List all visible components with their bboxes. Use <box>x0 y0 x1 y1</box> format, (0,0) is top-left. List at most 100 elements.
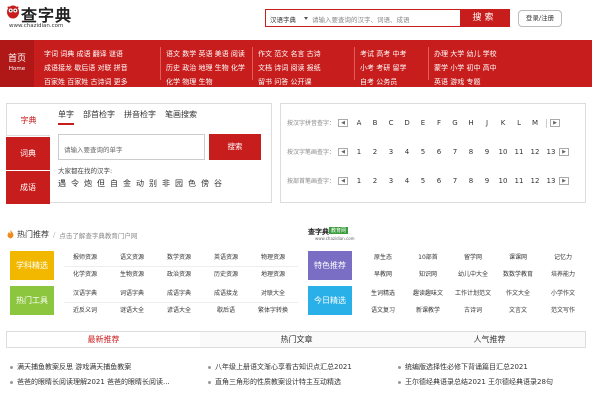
pinyin-key[interactable]: C <box>383 119 399 127</box>
grid-link[interactable]: 新课教学 <box>407 305 449 314</box>
list-item[interactable]: 王尔德经典语录总结2021 王尔德经典语录28句 <box>398 377 588 392</box>
cat-today[interactable]: 今日精选 <box>308 286 352 315</box>
grid-link[interactable]: 原生态 <box>362 252 404 261</box>
radical-key[interactable]: 4 <box>399 177 415 185</box>
nav-row[interactable]: 字词 词典 成语 翻译 谜语 <box>44 49 128 63</box>
edu-logo[interactable]: 查字典 教育网 www.chazidian.com <box>308 227 376 242</box>
grid-link[interactable]: 歇后语 <box>205 305 247 314</box>
grid-link[interactable]: 文言文 <box>497 305 539 314</box>
nav-row[interactable]: 语文 数学 英语 美语 阅读 <box>166 49 245 63</box>
nav-home[interactable]: 首页 Home <box>0 40 34 87</box>
grid-link[interactable]: 知识网 <box>407 269 449 278</box>
grid-link[interactable]: 词语字典 <box>111 288 153 297</box>
stroke-key[interactable]: 9 <box>479 148 495 156</box>
grid-link[interactable]: 历史资源 <box>205 269 247 278</box>
grid-link[interactable]: 课课网 <box>497 252 539 261</box>
tab-stroke[interactable]: 笔画搜索 <box>165 109 197 123</box>
list-item[interactable]: 统编版选择性必修下背诵篇目汇总2021 <box>398 362 588 377</box>
recent-char[interactable]: 园 <box>175 178 183 189</box>
stroke-key[interactable]: 5 <box>415 148 431 156</box>
grid-link[interactable]: 小学作文 <box>542 288 584 297</box>
pinyin-key[interactable]: G <box>447 119 463 127</box>
grid-link[interactable]: 成语接龙 <box>205 288 247 297</box>
pinyin-key[interactable]: M <box>527 119 543 127</box>
chevron-down-icon[interactable] <box>304 17 308 20</box>
tab-popular[interactable]: 人气推荐 <box>393 332 586 347</box>
search-button[interactable]: 搜索 <box>460 10 509 26</box>
radical-key[interactable]: 8 <box>463 177 479 185</box>
article-link[interactable]: 统编版选择性必修下背诵篇目汇总2021 <box>405 362 528 372</box>
chevron-left-icon[interactable]: ◀ <box>338 119 349 127</box>
grid-link[interactable]: 政治资源 <box>158 269 200 278</box>
cat-subject-picks[interactable]: 学科精选 <box>10 251 54 280</box>
grid-link[interactable]: 古诗词 <box>452 305 494 314</box>
article-link[interactable]: 爸爸的眼睛长阅读理解2021 爸爸的眼睛长阅读... <box>17 377 170 387</box>
grid-link[interactable]: 数数学教育 <box>497 269 539 278</box>
list-item[interactable]: 八年级上册语文渐心享看古知识点汇总2021 <box>208 362 398 377</box>
tab-hot-articles[interactable]: 热门文章 <box>200 332 393 347</box>
tab-cidian[interactable]: 词典 <box>6 137 50 170</box>
nav-row[interactable]: 蒙学 小学 初中 高中 <box>434 63 497 77</box>
pinyin-key[interactable]: H <box>463 119 479 127</box>
recent-char[interactable]: 傍 <box>201 178 209 189</box>
tab-radical[interactable]: 部首检字 <box>83 109 115 123</box>
grid-link[interactable]: 物理资源 <box>252 252 294 261</box>
radical-key[interactable]: 6 <box>431 177 447 185</box>
chevron-right-icon[interactable]: ▶ <box>559 177 570 185</box>
radical-key[interactable]: 12 <box>527 177 543 185</box>
stroke-key[interactable]: 12 <box>527 148 543 156</box>
pinyin-key[interactable]: E <box>415 119 431 127</box>
recent-char[interactable]: 但 <box>97 178 105 189</box>
nav-row[interactable]: 自考 公务员 <box>360 77 406 91</box>
stroke-key[interactable]: 13 <box>543 148 559 156</box>
list-item[interactable]: 直角三角形的性质教案设计特主互动精选 <box>208 377 398 392</box>
nav-row[interactable]: 小考 考研 留学 <box>360 63 406 77</box>
recent-char[interactable]: 色 <box>188 178 196 189</box>
pinyin-key[interactable]: B <box>367 119 383 127</box>
chevron-left-icon[interactable]: ◀ <box>338 177 349 185</box>
recent-char[interactable]: 自 <box>110 178 118 189</box>
recent-char[interactable]: 金 <box>123 178 131 189</box>
radical-key[interactable]: 13 <box>543 177 559 185</box>
stroke-key[interactable]: 11 <box>511 148 527 156</box>
grid-link[interactable]: 繁体字转换 <box>252 305 294 314</box>
nav-row[interactable]: 办理 大学 幼儿 学校 <box>434 49 497 63</box>
nav-row[interactable]: 历史 政治 地理 生物 化学 <box>166 63 245 77</box>
nav-row[interactable]: 作文 范文 名言 古诗 <box>258 49 321 63</box>
stroke-key[interactable]: 7 <box>447 148 463 156</box>
pinyin-key[interactable]: F <box>431 119 447 127</box>
grid-link[interactable]: 记忆力 <box>542 252 584 261</box>
nav-row[interactable]: 文档 诗词 阅读 报纸 <box>258 63 321 77</box>
stroke-key[interactable]: 8 <box>463 148 479 156</box>
tab-chengyu[interactable]: 成语 <box>6 171 50 204</box>
pinyin-key[interactable]: L <box>511 119 527 127</box>
grid-link[interactable]: 10部首 <box>407 252 449 261</box>
grid-link[interactable]: 汉语字典 <box>64 288 106 297</box>
grid-link[interactable]: 地理资源 <box>252 269 294 278</box>
grid-link[interactable]: 对联大全 <box>252 288 294 297</box>
stroke-key[interactable]: 2 <box>367 148 383 156</box>
nav-row[interactable]: 英语 游戏 专题 <box>434 77 497 91</box>
article-link[interactable]: 八年级上册语文渐心享看古知识点汇总2021 <box>215 362 352 372</box>
grid-link[interactable]: 生词精选 <box>362 288 404 297</box>
grid-link[interactable]: 英语资源 <box>205 252 247 261</box>
radical-key[interactable]: 5 <box>415 177 431 185</box>
grid-link[interactable]: 近反义词 <box>64 305 106 314</box>
pinyin-key[interactable]: K <box>495 119 511 127</box>
radical-key[interactable]: 3 <box>383 177 399 185</box>
article-link[interactable]: 王尔德经典语录总结2021 王尔德经典语录28句 <box>405 377 553 387</box>
list-item[interactable]: 爸爸的眼睛长阅读理解2021 爸爸的眼睛长阅读... <box>10 377 200 392</box>
nav-row[interactable]: 百家姓 百家姓 古诗词 更多 <box>44 77 128 91</box>
nav-row[interactable]: 考试 高考 中考 <box>360 49 406 63</box>
tab-latest[interactable]: 最新推荐 <box>7 332 200 347</box>
pinyin-key[interactable]: J <box>479 119 495 127</box>
cat-hot-tools[interactable]: 热门工具 <box>10 286 54 315</box>
grid-link[interactable]: 语文复习 <box>362 305 404 314</box>
cat-featured[interactable]: 特色推荐 <box>308 251 352 280</box>
radical-key[interactable]: 2 <box>367 177 383 185</box>
recent-char[interactable]: 谷 <box>214 178 222 189</box>
stroke-key[interactable]: 1 <box>351 148 367 156</box>
radical-key[interactable]: 1 <box>351 177 367 185</box>
pinyin-key[interactable]: A <box>351 119 367 127</box>
tab-single-char[interactable]: 单字 <box>58 109 74 125</box>
